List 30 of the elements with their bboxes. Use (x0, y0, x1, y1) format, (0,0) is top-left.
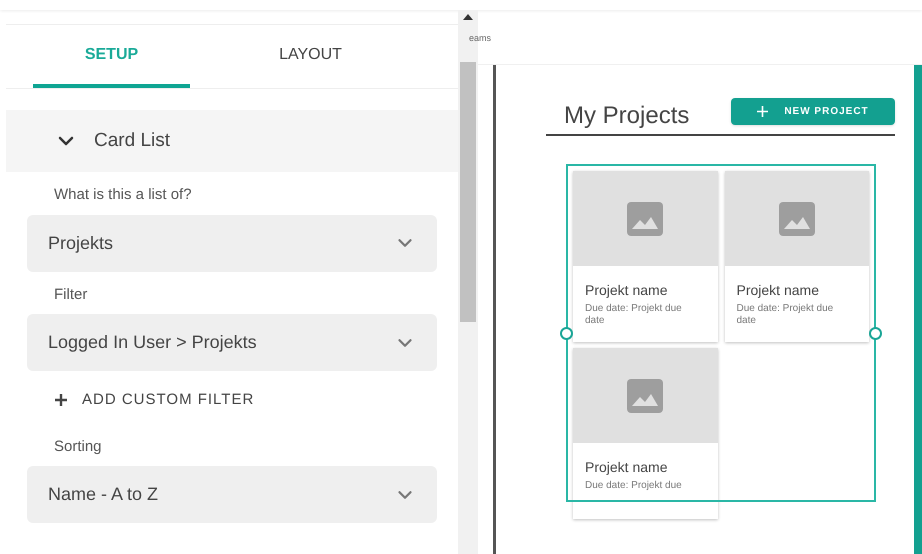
card-title: Projekt name (584, 458, 668, 477)
field-label: What is this a list of? (53, 185, 193, 205)
project-card[interactable]: Projekt name Due date: Projekt due date (724, 171, 869, 342)
breadcrumb[interactable]: eams (469, 32, 492, 46)
project-card[interactable]: Projekt name Due date: Projekt due date (573, 171, 718, 342)
scrollbar-thumb[interactable] (460, 62, 476, 322)
plus-icon (54, 393, 68, 408)
resize-handle[interactable] (560, 327, 573, 340)
field-label: Sorting (53, 436, 103, 456)
card-description: Due date: Projekt due (584, 480, 683, 492)
add-filter-button[interactable]: ADD CUSTOM FILTER (54, 389, 254, 412)
card-description: Due date: Projekt due date (736, 303, 834, 327)
card-title: Projekt name (736, 281, 820, 300)
page-heading: My Projects (564, 100, 690, 130)
field-label: Filter (53, 284, 88, 304)
scroll-up-arrow-icon[interactable] (463, 14, 473, 20)
image-icon (627, 378, 664, 412)
selection-frame[interactable] (566, 164, 876, 502)
image-icon (627, 202, 664, 236)
card-title: Projekt name (584, 281, 668, 300)
select-field[interactable]: Projekts (27, 214, 437, 272)
image-icon (778, 202, 815, 236)
resize-handle[interactable] (869, 327, 882, 340)
select-field[interactable]: Name - A to Z (27, 466, 437, 523)
project-card[interactable]: Projekt name Due date: Projekt due (573, 348, 718, 519)
plus-icon (757, 106, 768, 117)
card-description: Due date: Projekt due date (584, 303, 683, 327)
section-header[interactable]: Card List (6, 110, 458, 172)
tab[interactable]: LAYOUT (232, 25, 389, 88)
select-field[interactable]: Logged In User > Projekts (27, 314, 437, 371)
